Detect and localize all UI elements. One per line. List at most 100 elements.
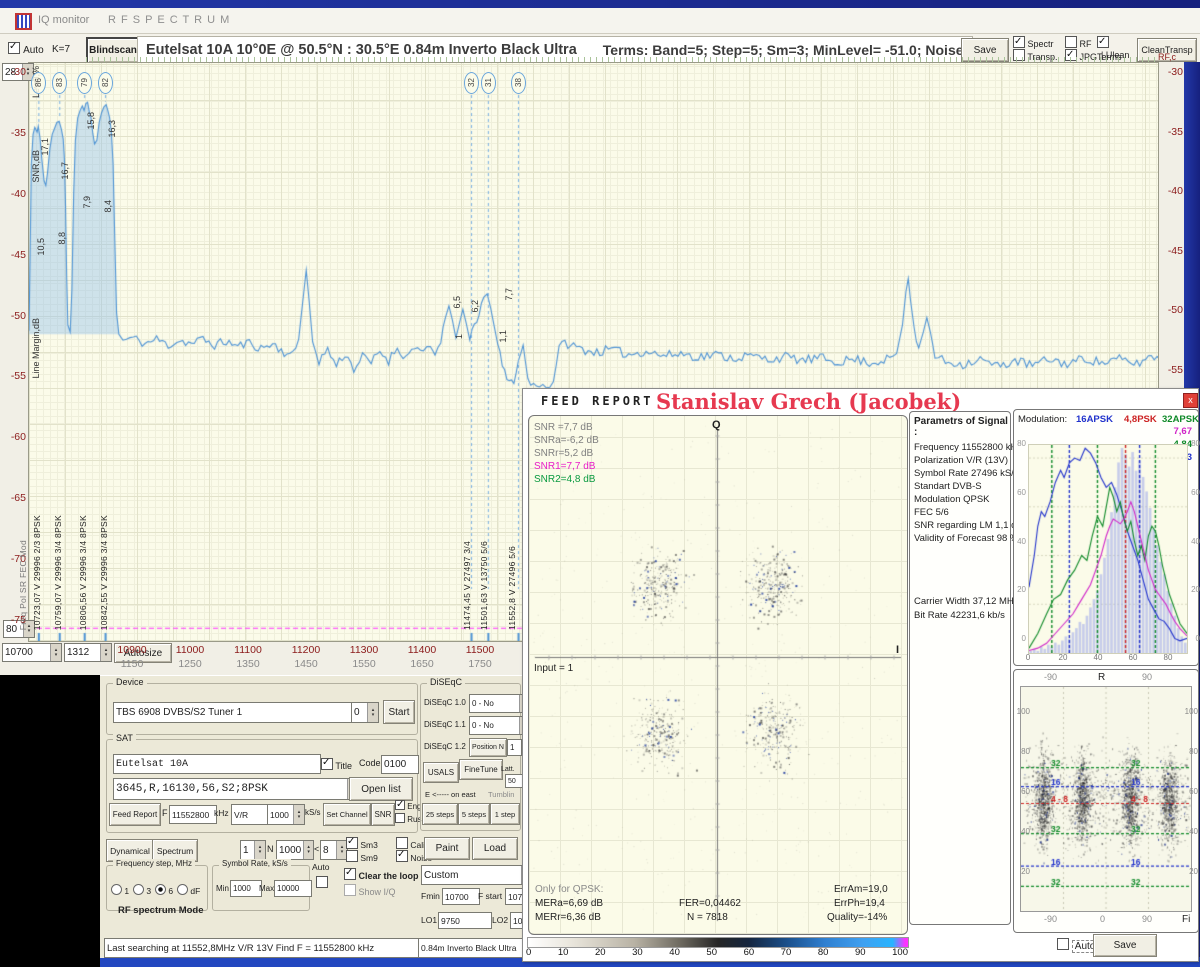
mid-margin-label: 1 [454,334,464,340]
n-spinner[interactable]: 1000 [276,840,314,860]
phase-save-button[interactable]: Save [1093,934,1157,957]
mid-margin-label: 1,1 [498,330,508,343]
frequency-input[interactable]: 11552800 [169,805,217,824]
mid-snr-label: 6,2 [470,300,480,313]
show-iq-checkbox[interactable]: Show I/Q [344,884,396,897]
app-name: IQ monitor [38,14,90,26]
x-axis-label: 11100 [234,644,262,656]
sm9-checkbox[interactable]: Sm9 [346,850,378,863]
peak-marker-oval: 79 [77,72,92,94]
start-frequency-spinner[interactable]: 10700 [2,643,62,662]
y-axis-label: -55 [1167,363,1183,376]
bottom-left-black-panel [0,675,100,967]
x-axis-label: 11200 [291,644,321,656]
tuner-index-spinner[interactable]: 0 [351,702,379,723]
x-axis-label: 10900 [117,644,147,656]
mera-value: MERa=6,69 dB [535,898,604,909]
phase-y-label: 40 [1189,827,1198,836]
step-3-radio[interactable]: 3 [133,884,151,896]
avg-spinner[interactable]: 8 [320,840,348,860]
eng-radio[interactable]: Eng [395,799,421,811]
param-row: Symbol Rate 27496 kS/s [914,468,1019,479]
step-6-radio[interactable]: 6 [155,884,173,896]
modulation-panel: Modulation: 16APSK 4,8PSK 32APSK 7,67 4,… [1011,409,1200,666]
mod-y-right: 80 60 40 20 0 [1186,439,1200,644]
mod-x-axis: 0 20 40 60 80 [1011,653,1185,662]
channel-label: 10806,56 V 29996 3/4 8PSK [78,514,88,630]
step-df-radio[interactable]: dF [177,884,200,896]
snr-line: SNRr=5,2 dB [534,448,594,459]
scale-label: 100 [892,947,908,958]
x-axis-sub-label: 1650 [410,658,434,670]
mod-y-label: 0 [1021,634,1026,643]
x-axis-sub: 1150 1250 1350 1450 1550 1650 1750 [103,658,509,670]
close-icon[interactable]: x [1183,393,1198,408]
modulation-chart [1028,444,1188,654]
sm3-checkbox[interactable]: Sm3 [346,836,378,850]
mid-snr-label: 6,5 [452,296,462,309]
fmin-input[interactable]: 10700 [442,888,480,905]
transponder-select[interactable]: 3645,R,16130,56,S2;8PSK [113,778,361,800]
constellation-plot[interactable]: Q I SNR =7,7 dB SNRa=-6,2 dB SNRr=5,2 dB… [528,415,908,935]
custom-select[interactable]: Custom [421,865,535,885]
x-axis-sub-label: 1350 [236,658,260,670]
scale-label: 60 [743,947,755,958]
peak-marker-oval: 86 [31,72,46,94]
symbol-rate-group: Symbol Rate, kS/s Min 1000 Max 10000 [212,859,312,911]
steps-25-button[interactable]: 25 steps [422,803,458,825]
auto-checkbox[interactable]: Auto [8,41,44,56]
symbolrate-spinner[interactable]: 1000 [267,804,305,825]
axis-margin-label: Line Margin,dB [31,318,41,379]
tuner-select[interactable]: TBS 6908 DVBS/S2 Tuner 1 [113,702,365,723]
sr-auto-checkbox[interactable] [316,876,328,888]
device-group: Device TBS 6908 DVBS/S2 Tuner 1 0 Start [106,677,418,735]
position-input[interactable]: 1 [507,739,522,756]
clear-loop-checkbox[interactable]: Clear the loop [344,867,419,881]
mod-y-label: 40 [1017,536,1026,546]
max-input[interactable]: 10000 [274,880,312,897]
param-row: FEC 5/6 [914,507,949,518]
diseqc10-label: DiSEqC 1.0 [424,698,466,707]
step-1-radio[interactable]: 1 [111,884,129,896]
snr-button[interactable]: SNR [371,803,395,826]
finetune-button[interactable]: FineTune [459,759,503,780]
step-1-button[interactable]: 1 step [490,803,520,825]
snr-readout-block: SNR =7,7 dB SNRa=-6,2 dB SNRr=5,2 dB SNR… [534,421,599,486]
param-row: Frequency 11552800 kHz [914,442,1023,453]
rus-radio[interactable]: Rus [395,813,421,824]
set-channel-button[interactable]: Set Channel [323,803,371,826]
paint-button[interactable]: Paint [424,837,470,860]
feed-report-button[interactable]: Feed Report [109,803,161,826]
y-axis-label: -45 [1167,244,1183,257]
param-row: Validity of Forecast 98 % [914,533,1019,544]
quality-value: Quality=-14% [827,912,888,923]
loop-count-spinner[interactable]: 1 [240,840,266,860]
title-checkbox[interactable]: Title [321,757,352,771]
legend-48psk: 4,8PSK [1124,414,1157,425]
input-label: Input = 1 [534,663,574,674]
code-input[interactable]: 0100 [381,755,419,774]
latt-input[interactable]: 50 [505,774,523,788]
mod-y-label: 40 [1191,536,1200,546]
start-button[interactable]: Start [383,700,415,724]
n-value: N = 7818 [687,912,728,923]
peak-snr-label: 16,3 [107,120,117,138]
open-list-button[interactable]: Open list [349,777,413,801]
x-axis-label: 11500 [465,644,495,656]
steps-5-button[interactable]: 5 steps [458,803,490,825]
x-axis-sub-label: 1250 [178,658,202,670]
east-label: E <----- on east [425,790,476,799]
mod-y-label: 0 [1195,634,1200,643]
satellite-name-input[interactable]: Eutelsat 10A [113,754,321,774]
phase-y-label: 100 [1184,707,1198,716]
position-n-button[interactable]: Position N [469,738,507,757]
search-status-bar: Last searching at 11552,8MHz V/R 13V Fin… [104,938,420,958]
mod-x-label: 40 [1093,653,1103,662]
legend-16apsk: 16APSK [1076,414,1113,425]
load-button[interactable]: Load [472,837,518,860]
usals-button[interactable]: USALS [423,762,459,783]
min-input[interactable]: 1000 [230,880,262,897]
lo1-input[interactable]: 9750 [438,912,492,929]
auto-checkbox-icon[interactable] [8,41,20,54]
y-axis-label: -30 [1167,66,1183,78]
